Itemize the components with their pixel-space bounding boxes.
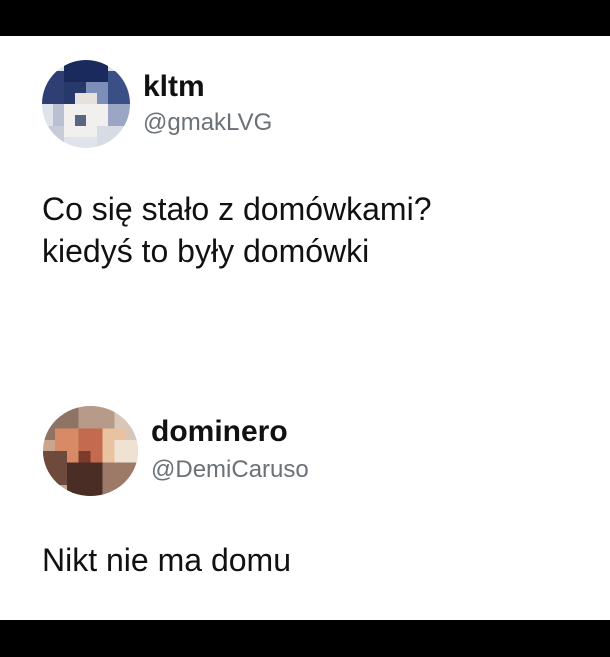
user-handle[interactable]: @DemiCaruso xyxy=(151,455,309,485)
pixelated-avatar-icon xyxy=(42,60,130,148)
display-name[interactable]: kltm xyxy=(143,70,205,104)
user-handle[interactable]: @gmakLVG xyxy=(143,108,272,138)
tweet-text-line: Co się stało z domówkami? xyxy=(42,191,432,227)
top-black-bar xyxy=(0,0,610,36)
pixelated-avatar-icon xyxy=(43,406,138,496)
tweet-text-line: kiedyś to były domówki xyxy=(42,233,370,269)
user-avatar[interactable] xyxy=(43,406,138,496)
tweet-text: Nikt nie ma domu xyxy=(42,539,291,581)
bottom-black-bar xyxy=(0,620,610,657)
display-name[interactable]: dominero xyxy=(151,415,288,449)
tweet-text: Co się stało z domówkami? kiedyś to były… xyxy=(42,188,431,272)
tweet-text-line: Nikt nie ma domu xyxy=(42,542,291,578)
user-avatar[interactable] xyxy=(42,60,130,148)
